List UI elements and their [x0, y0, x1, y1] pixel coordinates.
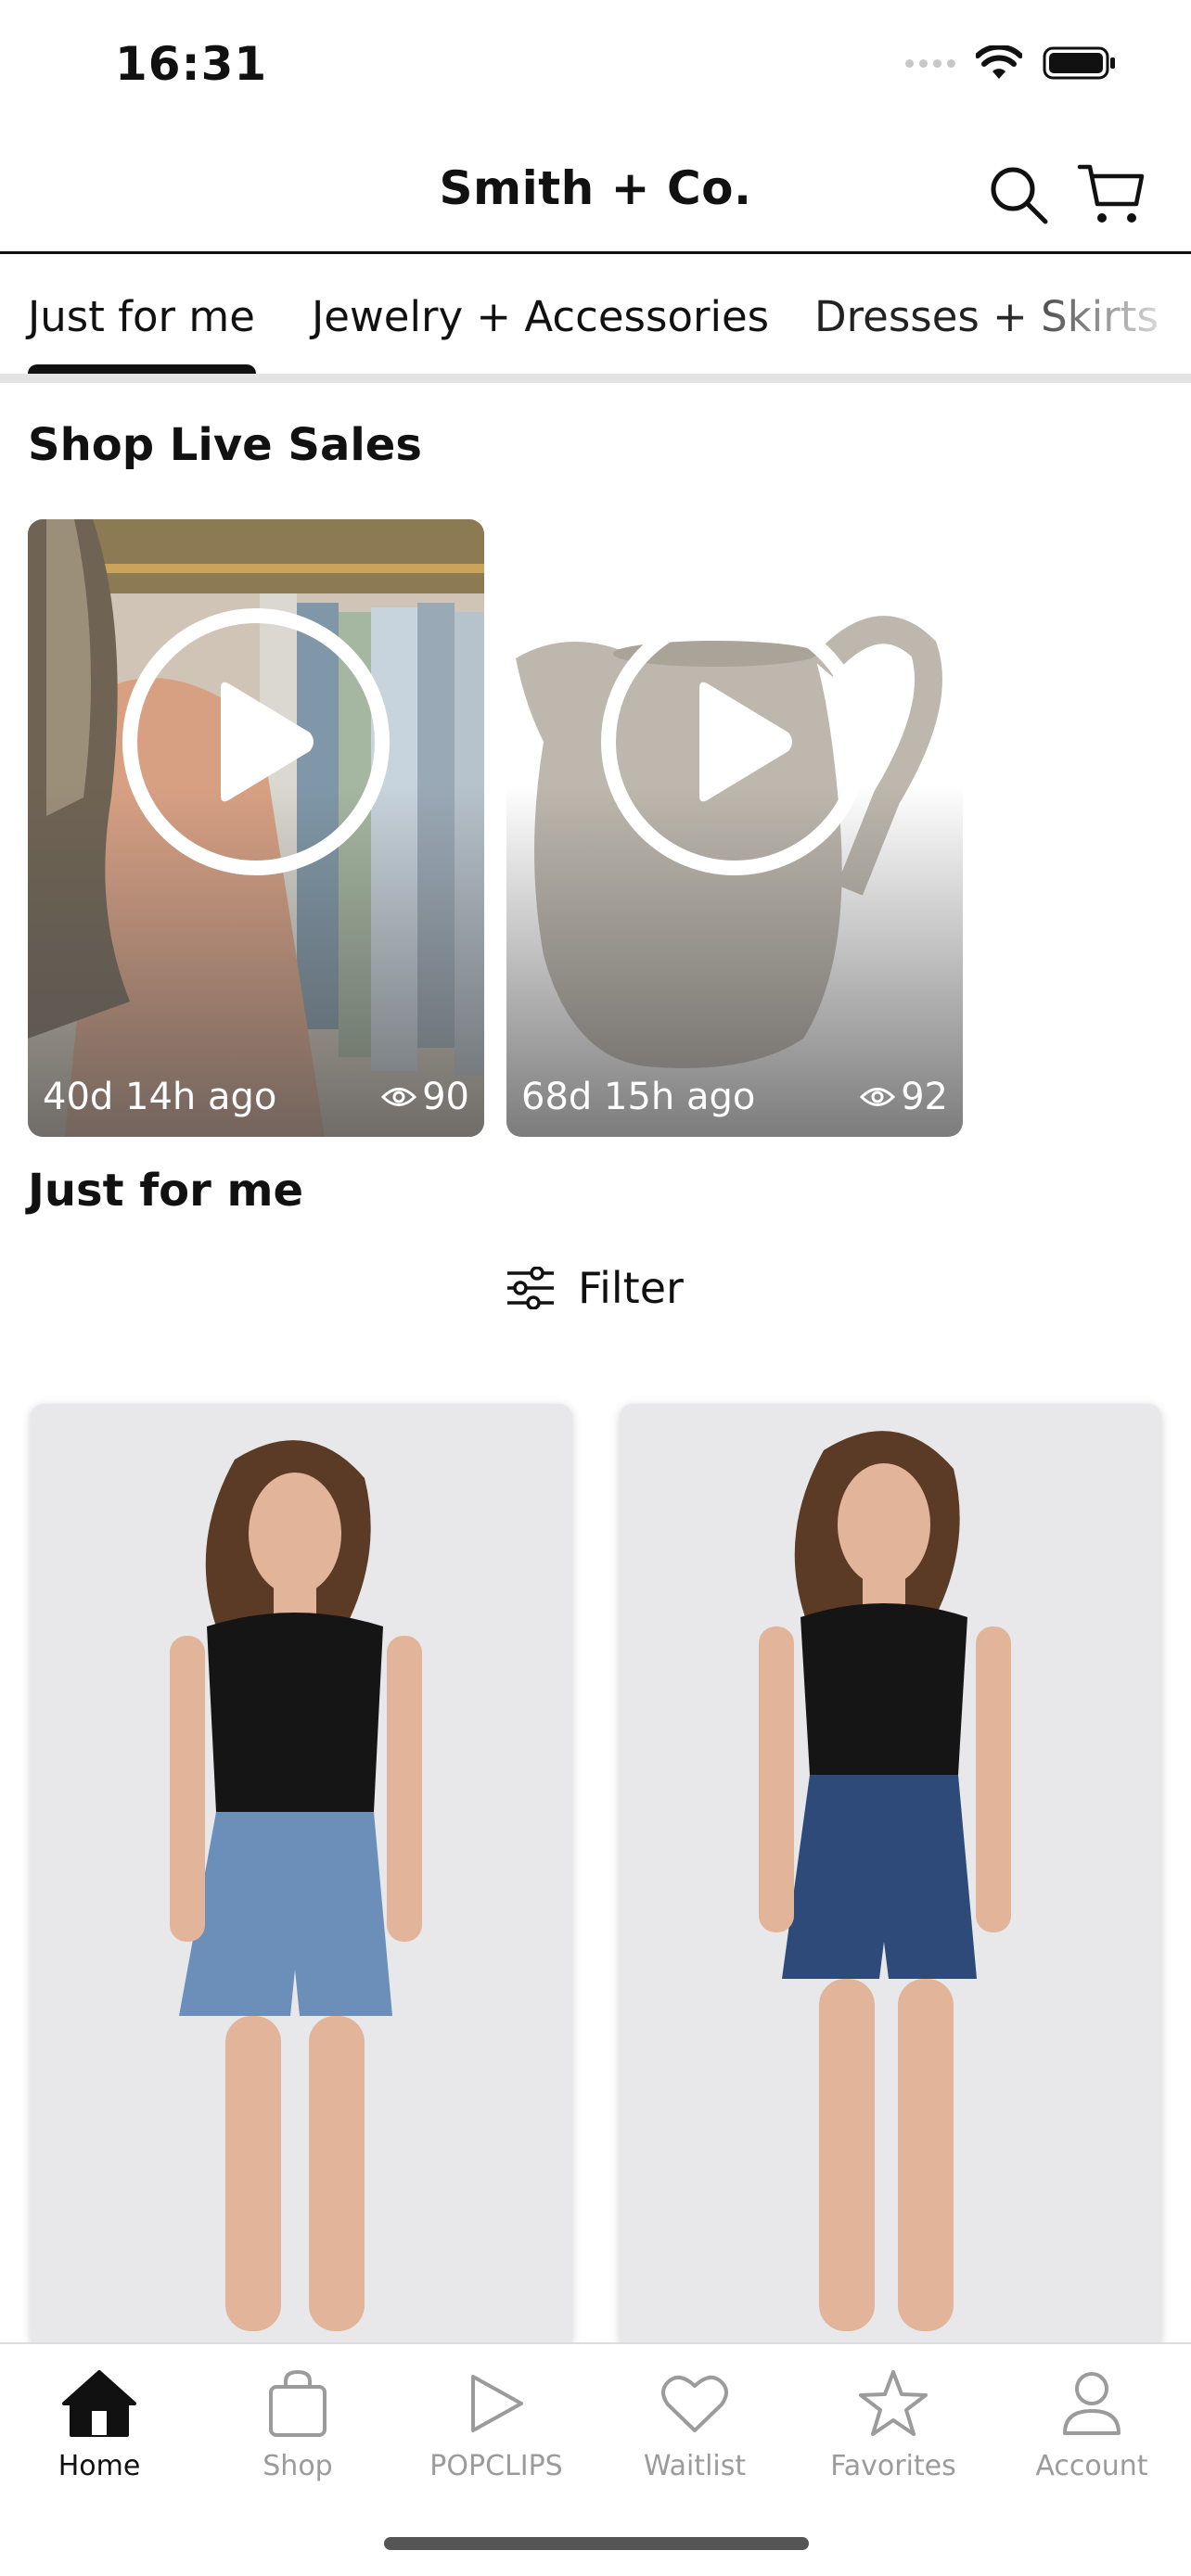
- wifi-icon: [976, 45, 1022, 79]
- tabs-fade-overlay: [1005, 257, 1191, 374]
- status-bar: 16:31: [0, 0, 1191, 139]
- filter-button[interactable]: Filter: [506, 1263, 684, 1313]
- nav-account-label: Account: [1035, 2450, 1148, 2482]
- cart-icon: [1077, 164, 1145, 223]
- eye-icon: [381, 1088, 417, 1106]
- nav-favorites[interactable]: Favorites: [794, 2365, 992, 2482]
- product-image: [31, 1404, 572, 2350]
- search-icon: [991, 167, 1048, 224]
- filter-label: Filter: [578, 1263, 684, 1313]
- play-icon: [122, 608, 390, 875]
- person-icon: [1063, 2372, 1121, 2435]
- nav-popclips[interactable]: POPCLIPS: [397, 2365, 596, 2482]
- home-indicator[interactable]: [384, 2537, 809, 2550]
- nav-account[interactable]: Account: [992, 2365, 1191, 2482]
- tab-just-for-me[interactable]: Just for me: [28, 292, 255, 341]
- nav-popclips-label: POPCLIPS: [429, 2450, 563, 2482]
- status-indicators: [905, 45, 1117, 82]
- live-sale-card[interactable]: 68d 15h ago 92: [506, 519, 963, 1137]
- play-icon: [601, 608, 868, 875]
- app-screen: 16:31 Smith + Co. Just for me Jewelry + …: [0, 0, 1191, 2576]
- play-icon: [471, 2375, 523, 2432]
- cellular-signal-icon: [905, 58, 955, 68]
- nav-waitlist-label: Waitlist: [643, 2450, 747, 2482]
- active-tab-indicator: [28, 364, 256, 374]
- filter-sliders-icon: [507, 1267, 554, 1309]
- nav-home-label: Home: [58, 2450, 141, 2482]
- live-sale-time: 40d 14h ago: [43, 1076, 277, 1118]
- live-sale-card[interactable]: 40d 14h ago 90: [28, 519, 484, 1137]
- nav-waitlist[interactable]: Waitlist: [596, 2365, 794, 2482]
- nav-shop-label: Shop: [263, 2450, 333, 2482]
- tab-jewelry-accessories[interactable]: Jewelry + Accessories: [312, 292, 769, 341]
- heart-icon: [661, 2375, 728, 2432]
- category-tabs: Just for me Jewelry + Accessories Dresse…: [0, 257, 1191, 383]
- search-button[interactable]: [981, 158, 1056, 232]
- just-for-me-heading: Just for me: [28, 1165, 304, 1217]
- product-image: [620, 1404, 1161, 2350]
- nav-favorites-label: Favorites: [830, 2450, 956, 2482]
- live-sale-time: 68d 15h ago: [521, 1076, 756, 1118]
- view-count-value: 92: [901, 1076, 948, 1118]
- nav-shop[interactable]: Shop: [198, 2365, 397, 2482]
- star-icon: [859, 2370, 928, 2436]
- live-sales-heading: Shop Live Sales: [28, 419, 422, 471]
- nav-home[interactable]: Home: [0, 2365, 198, 2482]
- live-sale-meta: 68d 15h ago 92: [521, 1076, 948, 1118]
- cart-button[interactable]: [1074, 158, 1148, 232]
- product-card[interactable]: [31, 1404, 572, 2350]
- view-count: 90: [381, 1076, 469, 1118]
- live-sale-meta: 40d 14h ago 90: [43, 1076, 469, 1118]
- view-count: 92: [860, 1076, 948, 1118]
- status-time: 16:31: [115, 37, 268, 91]
- product-card[interactable]: [620, 1404, 1161, 2350]
- home-icon: [62, 2370, 136, 2437]
- eye-icon: [860, 1088, 896, 1106]
- shopping-bag-icon: [269, 2369, 327, 2437]
- battery-icon: [1043, 46, 1115, 80]
- view-count-value: 90: [422, 1076, 469, 1118]
- app-header: Smith + Co.: [0, 139, 1191, 254]
